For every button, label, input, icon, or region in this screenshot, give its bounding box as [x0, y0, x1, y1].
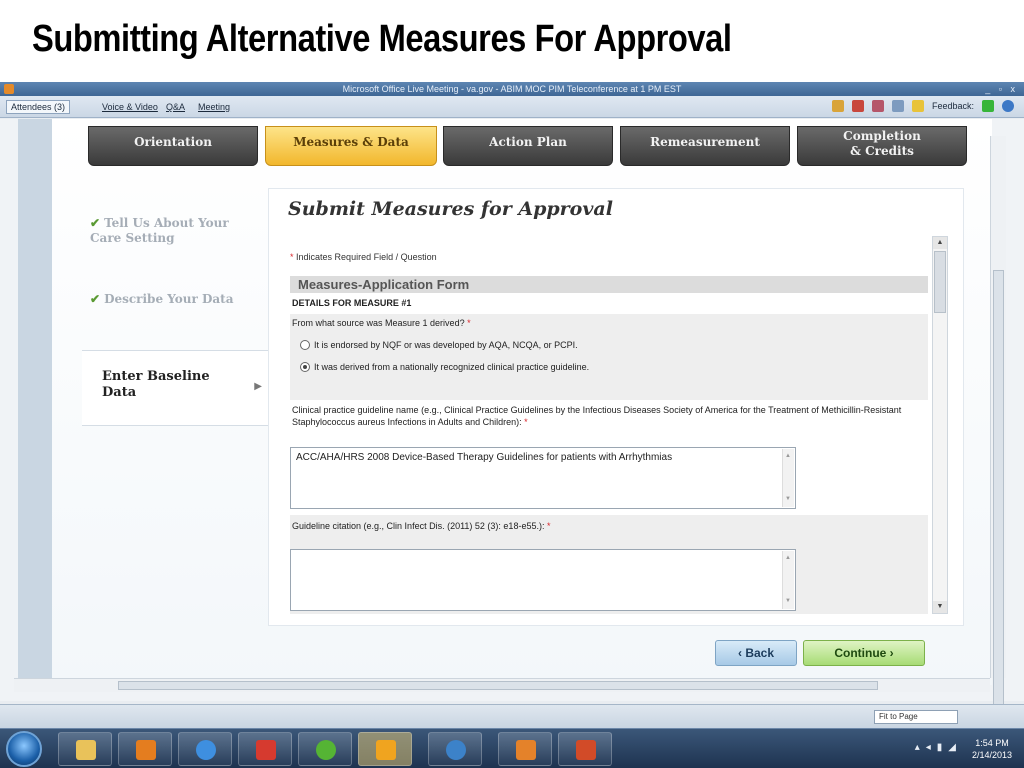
media-icon: [136, 740, 156, 760]
page-horizontal-scrollbar[interactable]: [14, 678, 990, 692]
meeting-menu[interactable]: Meeting: [198, 102, 230, 112]
menu-bar: Attendees (3) Voice & Video Q&A Meeting …: [0, 96, 1024, 118]
citation-question: Guideline citation (e.g., Clin Infect Di…: [292, 520, 551, 532]
window-controls[interactable]: _ ▫ x: [985, 82, 1018, 96]
step-baseline-data-label: Enter Baseline Data: [102, 369, 210, 400]
required-star: *: [546, 521, 551, 531]
radio-guideline[interactable]: [300, 362, 310, 372]
live-meeting-icon: [446, 740, 466, 760]
taskbar-spotify[interactable]: [298, 732, 352, 766]
toolbar-tools: Feedback:: [831, 100, 1014, 112]
required-note-text: Indicates Required Field / Question: [296, 252, 437, 262]
app-icon: [4, 84, 14, 94]
spotify-icon: [316, 740, 336, 760]
details-header: DETAILS FOR MEASURE #1: [292, 298, 412, 308]
citation-textarea[interactable]: [290, 549, 796, 611]
annotate-icon[interactable]: [851, 100, 864, 112]
scroll-down-icon[interactable]: ▼: [933, 601, 947, 613]
scrollbar-thumb[interactable]: [993, 270, 1004, 710]
slide-title: Submitting Alternative Measures For Appr…: [32, 18, 732, 60]
radio-guideline-label[interactable]: It was derived from a nationally recogni…: [314, 361, 589, 373]
guideline-name-question-text: Clinical practice guideline name (e.g., …: [292, 405, 902, 427]
tab-measures-data[interactable]: Measures & Data: [265, 126, 437, 166]
radio-endorsed[interactable]: [300, 340, 310, 350]
guideline-name-textarea[interactable]: ACC/AHA/HRS 2008 Device-Based Therapy Gu…: [290, 447, 796, 509]
tab-orientation[interactable]: Orientation: [88, 126, 258, 166]
check-icon: ✔: [90, 216, 101, 230]
taskbar-browser[interactable]: [178, 732, 232, 766]
outlook-icon: [376, 740, 396, 760]
left-gutter: [18, 119, 52, 679]
notes-icon[interactable]: [911, 100, 924, 112]
clock-date: 2/14/2013: [971, 750, 1012, 760]
step-care-setting[interactable]: ✔ Tell Us About Your Care Setting: [90, 216, 260, 246]
taskbar-powerpoint[interactable]: [558, 732, 612, 766]
system-tray[interactable]: ▴◂▮◢: [915, 742, 962, 753]
taskbar-explorer[interactable]: [58, 732, 112, 766]
textarea-scrollbar[interactable]: [782, 551, 794, 609]
pen-icon[interactable]: [831, 100, 844, 112]
scrollbar-thumb[interactable]: [118, 681, 878, 690]
required-star: *: [467, 318, 471, 328]
step-describe-data[interactable]: ✔ Describe Your Data: [90, 292, 260, 307]
status-bar: Fit to Page: [0, 704, 1024, 728]
source-question: From what source was Measure 1 derived? …: [292, 317, 471, 329]
textarea-scrollbar[interactable]: [782, 449, 794, 507]
guideline-name-value: ACC/AHA/HRS 2008 Device-Based Therapy Gu…: [296, 452, 673, 463]
step-baseline-data[interactable]: Enter Baseline Data ▶: [82, 350, 270, 426]
feedback-status-icon[interactable]: [982, 100, 994, 112]
required-star: *: [524, 417, 528, 427]
handout-icon[interactable]: [891, 100, 904, 112]
continue-button[interactable]: Continue ›: [803, 640, 925, 666]
taskbar-clock[interactable]: 1:54 PM 2/14/2013: [972, 737, 1012, 761]
tab-completion-credits[interactable]: Completion & Credits: [797, 126, 967, 166]
required-star: *: [290, 252, 294, 262]
qa-menu[interactable]: Q&A: [166, 102, 185, 112]
share-icon[interactable]: [871, 100, 884, 112]
back-button[interactable]: ‹ Back: [715, 640, 797, 666]
scrollbar-thumb[interactable]: [934, 251, 946, 313]
taskbar-live-meeting[interactable]: [428, 732, 482, 766]
taskbar-outlook[interactable]: [358, 732, 412, 766]
zoom-select[interactable]: Fit to Page: [874, 710, 958, 724]
citation-question-text: Guideline citation (e.g., Clin Infect Di…: [292, 521, 545, 531]
chevron-right-icon: ▶: [254, 381, 262, 392]
guideline-name-question: Clinical practice guideline name (e.g., …: [292, 404, 926, 428]
taskbar-snagit[interactable]: [498, 732, 552, 766]
form-title: Submit Measures for Approval: [288, 198, 613, 220]
form-vertical-scrollbar[interactable]: ▲ ▼: [932, 236, 948, 614]
powerpoint-icon: [576, 740, 596, 760]
source-question-text: From what source was Measure 1 derived?: [292, 318, 465, 328]
help-icon[interactable]: [1002, 100, 1014, 112]
tab-action-plan[interactable]: Action Plan: [443, 126, 613, 166]
taskbar-media[interactable]: [118, 732, 172, 766]
pdf-icon: [256, 740, 276, 760]
taskbar-pdf[interactable]: [238, 732, 292, 766]
tab-remeasurement[interactable]: Remeasurement: [620, 126, 790, 166]
check-icon: ✔: [90, 292, 101, 306]
radio-endorsed-label[interactable]: It is endorsed by NQF or was developed b…: [314, 339, 578, 351]
step-describe-data-label: Describe Your Data: [104, 292, 234, 306]
step-care-setting-label: Tell Us About Your Care Setting: [90, 216, 229, 245]
feedback-label: Feedback:: [931, 101, 974, 111]
window-title-bar: Microsoft Office Live Meeting - va.gov -…: [0, 82, 1024, 96]
section-header: Measures-Application Form: [290, 276, 928, 293]
start-button[interactable]: [6, 731, 42, 767]
required-note: * Indicates Required Field / Question: [290, 252, 437, 262]
scroll-up-icon[interactable]: ▲: [933, 237, 947, 249]
taskbar: ▴◂▮◢ 1:54 PM 2/14/2013: [0, 728, 1024, 768]
clock-time: 1:54 PM: [975, 738, 1009, 748]
window-title: Microsoft Office Live Meeting - va.gov -…: [342, 84, 682, 94]
page-vertical-scrollbar[interactable]: [990, 136, 1006, 710]
snagit-icon: [516, 740, 536, 760]
folder-icon: [76, 740, 96, 760]
browser-icon: [196, 740, 216, 760]
attendees-menu[interactable]: Attendees (3): [6, 100, 71, 114]
voice-video-menu[interactable]: Voice & Video: [102, 102, 158, 112]
